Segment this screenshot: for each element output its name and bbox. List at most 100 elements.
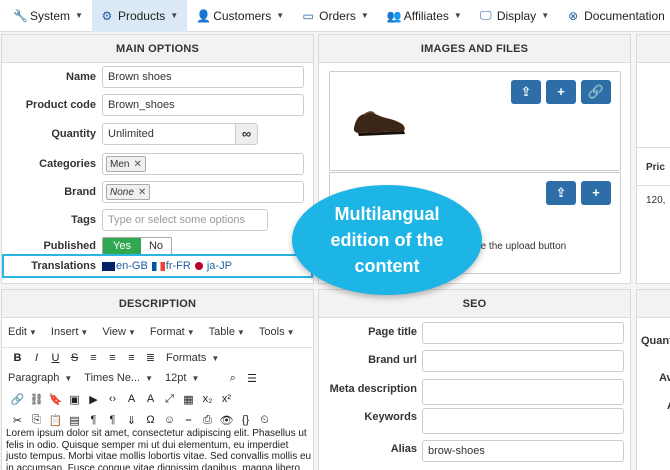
keywords-textarea[interactable] xyxy=(422,408,624,434)
gears-icon: ⚙ xyxy=(101,8,113,23)
clock-icon[interactable]: ⏲ xyxy=(255,414,274,427)
page-title-input[interactable] xyxy=(422,322,624,344)
code-row: Product code Brown_shoes xyxy=(2,94,313,116)
published-toggle[interactable]: Yes No xyxy=(102,237,173,255)
quantity-input[interactable]: Unlimited xyxy=(102,123,236,145)
user-icon: 👤 xyxy=(196,8,212,23)
chevron-down-icon: ▼ xyxy=(186,328,195,337)
preview-icon[interactable]: 👁 xyxy=(217,414,236,427)
unlink-icon[interactable]: ⛓ xyxy=(27,393,46,406)
source-code-icon[interactable]: {} xyxy=(236,414,255,426)
paste-text-icon[interactable]: ▤ xyxy=(65,414,84,427)
editor-toolbar-4: ✂ ⎘ 📋 ▤ ¶ ¶ ⇓ Ω ☺ ⎯ ⎙ 👁 {} ⏲ xyxy=(2,410,313,430)
align-right-icon[interactable]: ≡ xyxy=(122,352,141,364)
copy-icon[interactable]: ⎘ xyxy=(27,414,46,427)
infinity-button[interactable]: ∞ xyxy=(236,123,258,145)
code-icon[interactable]: ‹› xyxy=(103,393,122,405)
code-label: Product code xyxy=(25,99,96,111)
font-select[interactable]: Times Ne... ▼ xyxy=(84,372,153,384)
menu-table[interactable]: Table ▼ xyxy=(209,326,245,338)
underline-button[interactable]: U xyxy=(46,352,65,364)
show-blocks-icon[interactable]: ¶ xyxy=(103,414,122,426)
close-icon[interactable]: ✕ xyxy=(133,159,141,170)
bookmark-icon[interactable]: 🔖 xyxy=(46,393,65,406)
link-icon[interactable]: 🔗 xyxy=(8,393,27,406)
quantity-row: Quantity Unlimited ∞ xyxy=(2,123,313,145)
template-icon[interactable]: ⇓ xyxy=(122,414,141,427)
fullscreen-icon[interactable]: ⤢ xyxy=(160,393,179,406)
align-justify-icon[interactable]: ≣ xyxy=(141,351,160,364)
chevron-down-icon: ▼ xyxy=(75,11,83,20)
chevron-down-icon: ▼ xyxy=(211,353,220,363)
brand-url-input[interactable] xyxy=(422,350,624,372)
add-image-button[interactable]: + xyxy=(546,80,576,104)
formats-select[interactable]: Formats ▼ xyxy=(166,352,219,364)
plus-icon: + xyxy=(592,185,600,200)
chevron-down-icon: ▼ xyxy=(191,374,200,383)
nav-system[interactable]: 🔧 System ▼ xyxy=(4,0,92,32)
nav-affiliates[interactable]: 👥 Affiliates ▼ xyxy=(378,0,471,32)
brand-input[interactable]: None ✕ xyxy=(102,181,304,203)
bg-color-icon[interactable]: A xyxy=(141,393,160,405)
align-center-icon[interactable]: ≡ xyxy=(103,352,122,364)
find-icon[interactable]: ⌕ xyxy=(223,372,242,385)
size-select[interactable]: 12pt ▼ xyxy=(165,372,199,384)
subscript-icon[interactable]: x₂ xyxy=(198,393,217,405)
menu-format[interactable]: Format ▼ xyxy=(150,326,195,338)
nav-orders[interactable]: ▭ Orders ▼ xyxy=(293,0,378,32)
add-file-button[interactable]: + xyxy=(581,181,611,205)
hr-icon[interactable]: ⎯ xyxy=(179,414,198,427)
name-input[interactable]: Brown shoes xyxy=(102,66,304,88)
meta-description-textarea[interactable] xyxy=(422,379,624,405)
bold-button[interactable]: B xyxy=(8,352,27,364)
strikethrough-button[interactable]: S xyxy=(65,352,84,364)
table-icon[interactable]: ▦ xyxy=(179,393,198,406)
meta-description-label: Meta description xyxy=(329,383,417,395)
paragraph-select[interactable]: Paragraph ▼ xyxy=(8,372,72,384)
align-left-icon[interactable]: ≡ xyxy=(84,352,103,364)
product-code-input[interactable]: Brown_shoes xyxy=(102,94,304,116)
special-char-icon[interactable]: Ω xyxy=(141,414,160,426)
media-icon[interactable]: ▶ xyxy=(84,393,103,406)
nav-customers[interactable]: 👤 Customers ▼ xyxy=(187,0,293,32)
published-no[interactable]: No xyxy=(140,238,172,254)
published-yes[interactable]: Yes xyxy=(103,238,141,254)
nav-products[interactable]: ⚙ Products ▼ xyxy=(91,0,188,32)
upload-file-button[interactable]: ⇪ xyxy=(546,181,576,205)
paragraph-icon[interactable]: ¶ xyxy=(84,414,103,426)
close-icon[interactable]: ✕ xyxy=(138,187,146,198)
cut-icon[interactable]: ✂ xyxy=(8,414,27,427)
emoticons-icon[interactable]: ☺ xyxy=(160,414,179,426)
menu-tools[interactable]: Tools ▼ xyxy=(259,326,295,338)
italic-button[interactable]: I xyxy=(27,352,46,364)
chevron-down-icon: ▼ xyxy=(28,328,37,337)
superscript-icon[interactable]: x² xyxy=(217,393,236,405)
list-icon[interactable]: ☰ xyxy=(242,372,261,385)
callout-line-3: content xyxy=(354,256,420,276)
link-image-button[interactable]: 🔗 xyxy=(581,80,611,104)
wrench-icon: 🔧 xyxy=(13,8,28,23)
nav-documentation[interactable]: ⊗Documentation▼ xyxy=(558,0,670,32)
keywords-label: Keywords xyxy=(364,411,417,423)
paste-icon[interactable]: 📋 xyxy=(46,414,65,427)
menu-insert[interactable]: Insert ▼ xyxy=(51,326,88,338)
translation-ja-jp[interactable]: ja-JP xyxy=(194,260,232,272)
nav-display[interactable]: 🖵 Display ▼ xyxy=(471,0,558,32)
main-options-panel: MAIN OPTIONS Name Brown shoes Product co… xyxy=(1,34,314,284)
categories-input[interactable]: Men ✕ xyxy=(102,153,304,175)
translation-en-gb[interactable]: en-GB xyxy=(102,260,148,272)
translation-fr-fr[interactable]: fr-FR xyxy=(151,260,191,272)
alias-input[interactable]: brow-shoes xyxy=(422,440,624,462)
price-value: 120, xyxy=(637,185,670,206)
menu-view[interactable]: View ▼ xyxy=(102,326,136,338)
text-color-icon[interactable]: A xyxy=(122,393,141,405)
menu-edit[interactable]: Edit ▼ xyxy=(8,326,37,338)
upload-image-button[interactable]: ⇪ xyxy=(511,80,541,104)
chevron-down-icon: ▼ xyxy=(541,11,550,20)
tags-input[interactable]: Type or select some options xyxy=(102,209,268,231)
print-icon[interactable]: ⎙ xyxy=(198,414,217,427)
panel-title xyxy=(637,290,670,318)
image-icon[interactable]: ▣ xyxy=(65,393,84,406)
description-text[interactable]: Lorem ipsum dolor sit amet, consectetur … xyxy=(6,428,312,470)
seo-panel: SEO Page title Brand url Meta descriptio… xyxy=(318,289,631,470)
